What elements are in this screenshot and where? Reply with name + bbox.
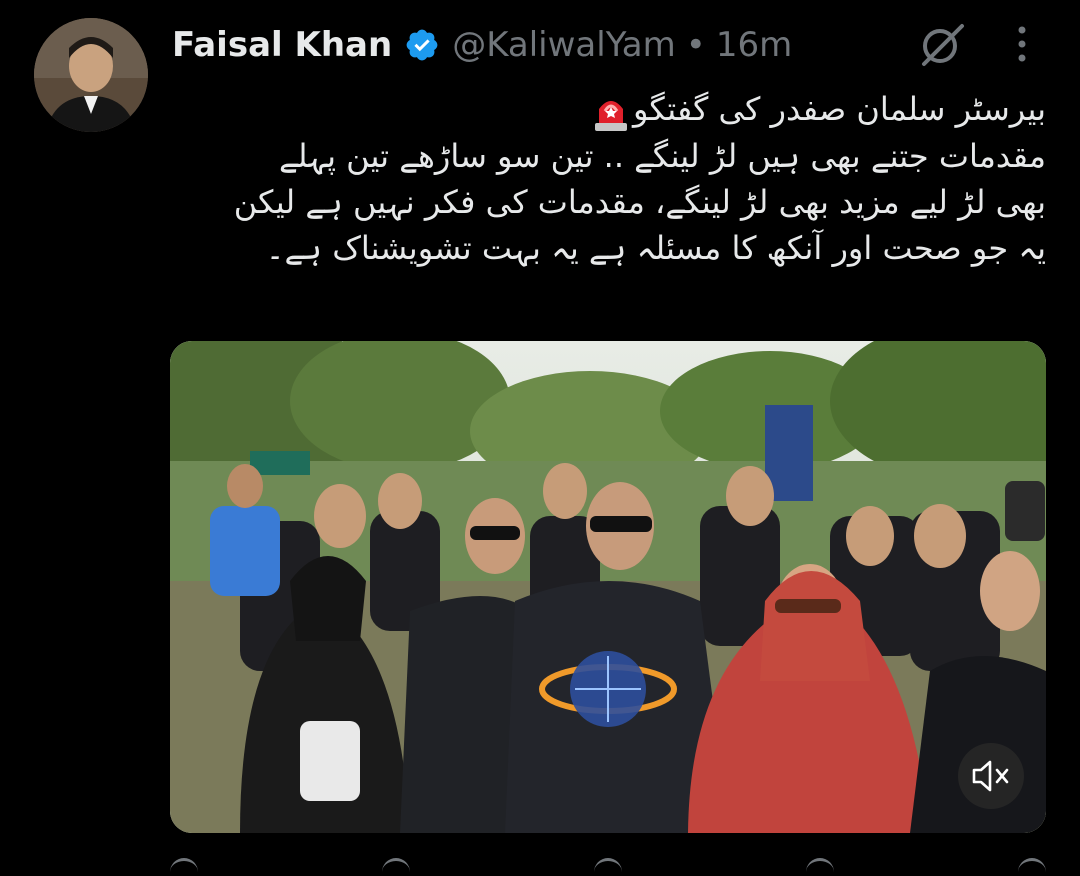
mute-button[interactable]	[958, 743, 1024, 809]
retweet-icon[interactable]	[382, 858, 410, 876]
verified-badge-icon	[404, 27, 440, 63]
tweet-header: Faisal Khan @KaliwalYam • 16m	[172, 20, 792, 70]
user-name[interactable]: Faisal Khan	[172, 25, 392, 65]
tweet-line-1: بیرسٹر سلمان صفدر کی گفتگو	[170, 86, 1046, 133]
timestamp[interactable]: 16m	[716, 25, 792, 65]
avatar-image	[34, 18, 148, 132]
tweet-line-1-text: بیرسٹر سلمان صفدر کی گفتگو	[633, 90, 1046, 128]
grok-icon[interactable]	[918, 20, 966, 68]
siren-icon	[589, 89, 633, 133]
separator-dot: •	[685, 25, 706, 65]
share-icon[interactable]	[1018, 858, 1046, 876]
tweet-video[interactable]	[170, 341, 1046, 833]
views-icon[interactable]	[806, 858, 834, 876]
tweet-actions	[170, 858, 1046, 873]
video-frame	[170, 341, 1046, 833]
more-options-icon[interactable]	[1002, 22, 1042, 66]
tweet-line-2: مقدمات جتنے بھی ہیں لڑ لینگے .. تین سو س…	[278, 137, 1046, 175]
tweet-line-4: یہ جو صحت اور آنکھ کا مسئلہ ہے یہ بہت تش…	[265, 229, 1046, 267]
avatar[interactable]	[34, 18, 148, 132]
like-icon[interactable]	[594, 858, 622, 876]
reply-icon[interactable]	[170, 858, 198, 876]
tweet-text: بیرسٹر سلمان صفدر کی گفتگو مقدمات جتنے ب…	[170, 86, 1046, 271]
tweet-line-3: بھی لڑ لیے مزید بھی لڑ لینگے، مقدمات کی …	[233, 183, 1046, 221]
speaker-muted-icon	[972, 760, 1009, 792]
user-handle[interactable]: @KaliwalYam	[452, 25, 676, 65]
